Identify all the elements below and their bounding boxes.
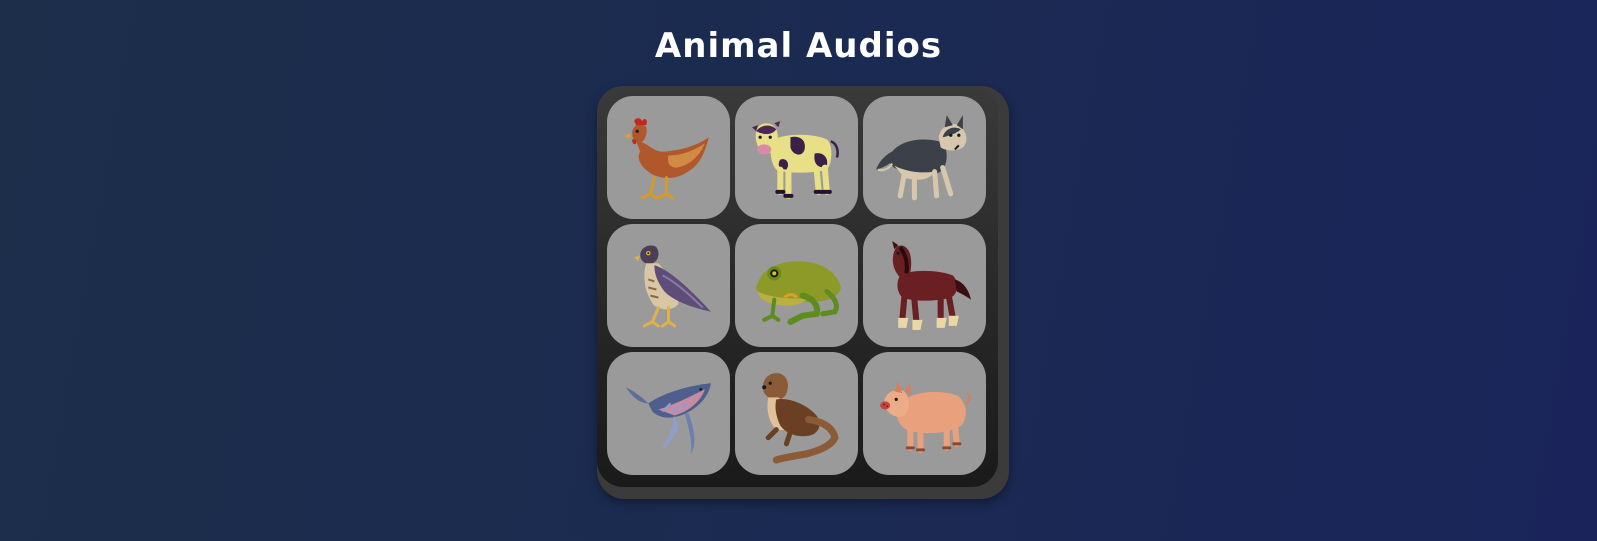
soundboard-grid xyxy=(597,86,998,487)
whale-button[interactable] xyxy=(607,352,730,475)
horse-button[interactable] xyxy=(863,224,986,347)
otter-button[interactable] xyxy=(735,352,858,475)
frog-icon xyxy=(756,261,841,325)
frog-button[interactable] xyxy=(735,224,858,347)
cow-button[interactable] xyxy=(735,96,858,219)
cow-icon xyxy=(752,121,839,199)
whale-icon xyxy=(626,383,711,454)
pig-button[interactable] xyxy=(863,352,986,475)
page-title: Animal Audios xyxy=(654,26,943,66)
chicken-button[interactable] xyxy=(607,96,730,219)
otter-icon xyxy=(762,373,839,464)
pig-icon xyxy=(880,381,971,453)
horse-icon xyxy=(892,241,971,330)
wolf-button[interactable] xyxy=(863,96,986,219)
chicken-icon xyxy=(624,118,709,200)
soundboard xyxy=(597,86,1009,499)
hawk-icon xyxy=(634,245,711,328)
hawk-button[interactable] xyxy=(607,224,730,347)
wolf-icon xyxy=(876,115,967,201)
